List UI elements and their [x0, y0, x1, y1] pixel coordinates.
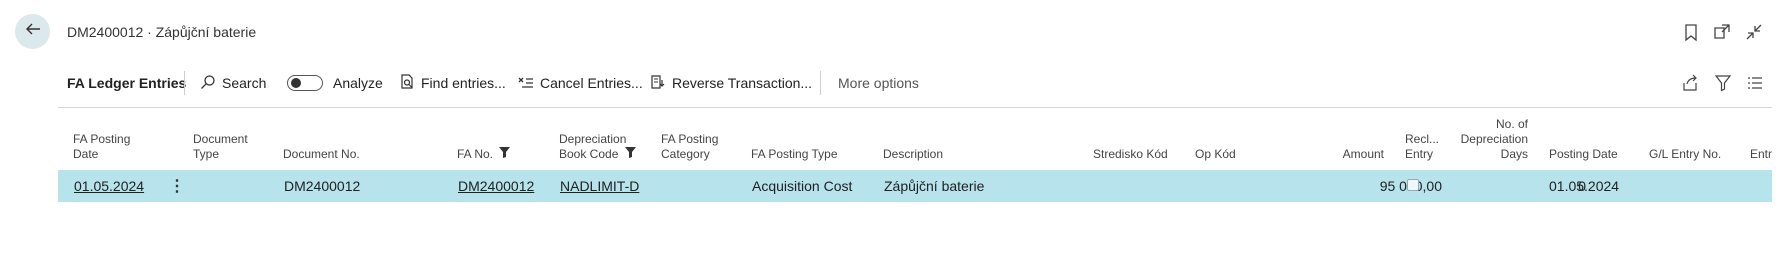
- header-line: Book Code: [559, 146, 619, 161]
- search-icon: [200, 74, 222, 93]
- cancel-entries-button[interactable]: Cancel Entries...: [518, 73, 643, 93]
- header-line: Recl...: [1405, 132, 1440, 146]
- reverse-transaction-button[interactable]: Reverse Transaction...: [650, 73, 812, 93]
- back-button[interactable]: [15, 14, 50, 49]
- cell-description: Zápůjční baterie: [884, 178, 985, 194]
- find-entries-label: Find entries...: [421, 75, 506, 91]
- header-line: FA Posting: [661, 132, 719, 146]
- row-actions-icon[interactable]: ⋮: [169, 176, 185, 196]
- column-header-entry-truncated[interactable]: Entr: [1750, 147, 1772, 162]
- page-title: DM2400012 · Zápůjční baterie: [67, 24, 257, 40]
- bookmark-icon[interactable]: [1681, 22, 1701, 42]
- column-header-fa-no[interactable]: FA No.: [457, 146, 511, 162]
- cell-amount: 95 000,00: [1379, 178, 1442, 194]
- column-header-stredisko-kod[interactable]: Stredisko Kód: [1093, 147, 1168, 162]
- cell-fa-posting-type: Acquisition Cost: [752, 178, 853, 194]
- column-header-fa-posting-type[interactable]: FA Posting Type: [751, 147, 838, 162]
- header-line: Depreciation: [1460, 132, 1528, 146]
- filter-icon[interactable]: [1714, 73, 1738, 93]
- share-icon[interactable]: [1681, 73, 1705, 93]
- column-header-op-kod[interactable]: Op Kód: [1195, 147, 1236, 162]
- table-row[interactable]: 01.05.2024 ⋮ DM2400012 DM2400012 NADLIMI…: [58, 170, 1772, 202]
- column-header-amount[interactable]: Amount: [1330, 147, 1384, 162]
- cell-recl-entry-checkbox[interactable]: [1407, 179, 1419, 191]
- column-header-depreciation-book-code[interactable]: Depreciation Book Code: [559, 132, 636, 162]
- header-line: FA Posting: [73, 132, 131, 146]
- column-header-fa-posting-category[interactable]: FA Posting Category: [661, 132, 718, 162]
- action-bar: FA Ledger Entries Search Analyze Find en…: [0, 62, 1776, 102]
- search-button[interactable]: Search: [200, 73, 266, 93]
- cancel-entries-label: Cancel Entries...: [540, 75, 643, 91]
- header-line: Days: [1500, 147, 1528, 161]
- cancel-entries-icon: [518, 74, 540, 93]
- cell-depreciation-book-code[interactable]: NADLIMIT-D: [560, 178, 639, 194]
- row-divider: [58, 107, 1772, 108]
- list-view-icon[interactable]: [1746, 73, 1770, 93]
- column-header-document-type[interactable]: Document Type: [193, 132, 248, 162]
- column-header-gl-entry-no[interactable]: G/L Entry No.: [1649, 147, 1721, 162]
- header-line: Category: [661, 147, 710, 161]
- column-header-posting-date[interactable]: Posting Date: [1549, 147, 1618, 162]
- page-header: DM2400012 · Zápůjční baterie: [0, 0, 1776, 62]
- collapse-icon[interactable]: [1744, 22, 1764, 42]
- cell-posting-date: 01.05.2024: [1549, 178, 1620, 194]
- column-header-fa-posting-date[interactable]: FA Posting Date: [73, 132, 130, 162]
- toolbar-divider: [820, 71, 821, 95]
- header-line: Depreciation: [559, 131, 627, 146]
- header-label: FA No.: [457, 146, 494, 161]
- reverse-transaction-label: Reverse Transaction...: [672, 75, 813, 91]
- more-options-button[interactable]: More options: [838, 73, 919, 93]
- column-filter-icon: [499, 147, 511, 162]
- grid-header: FA Posting Date Document Type Document N…: [0, 108, 1776, 170]
- toolbar-divider: [184, 71, 185, 95]
- find-entries-button[interactable]: Find entries...: [399, 73, 506, 93]
- column-filter-icon: [624, 147, 636, 162]
- column-header-description[interactable]: Description: [883, 147, 943, 162]
- column-header-no-of-depreciation-days[interactable]: No. of Depreciation Days: [1455, 117, 1528, 162]
- cell-fa-no[interactable]: DM2400012: [458, 178, 534, 194]
- header-line: Date: [73, 147, 99, 161]
- cell-fa-posting-date[interactable]: 01.05.2024: [74, 178, 144, 194]
- back-arrow-icon: [25, 21, 41, 42]
- header-line: Entry: [1405, 147, 1434, 161]
- header-line: Document: [193, 132, 248, 146]
- header-line: Type: [193, 147, 220, 161]
- part-title[interactable]: FA Ledger Entries: [67, 73, 186, 93]
- open-new-window-icon[interactable]: [1712, 22, 1732, 42]
- search-label: Search: [222, 75, 267, 91]
- analyze-label: Analyze: [333, 75, 383, 91]
- cell-document-no: DM2400012: [284, 178, 361, 194]
- header-line: No. of: [1495, 117, 1528, 131]
- find-entries-icon: [399, 73, 421, 93]
- reverse-transaction-icon: [650, 74, 672, 93]
- column-header-recl-entry[interactable]: Recl... Entry: [1405, 132, 1439, 162]
- analyze-toggle[interactable]: Analyze: [287, 73, 383, 93]
- column-header-document-no[interactable]: Document No.: [283, 147, 360, 162]
- toggle-switch[interactable]: [287, 75, 323, 91]
